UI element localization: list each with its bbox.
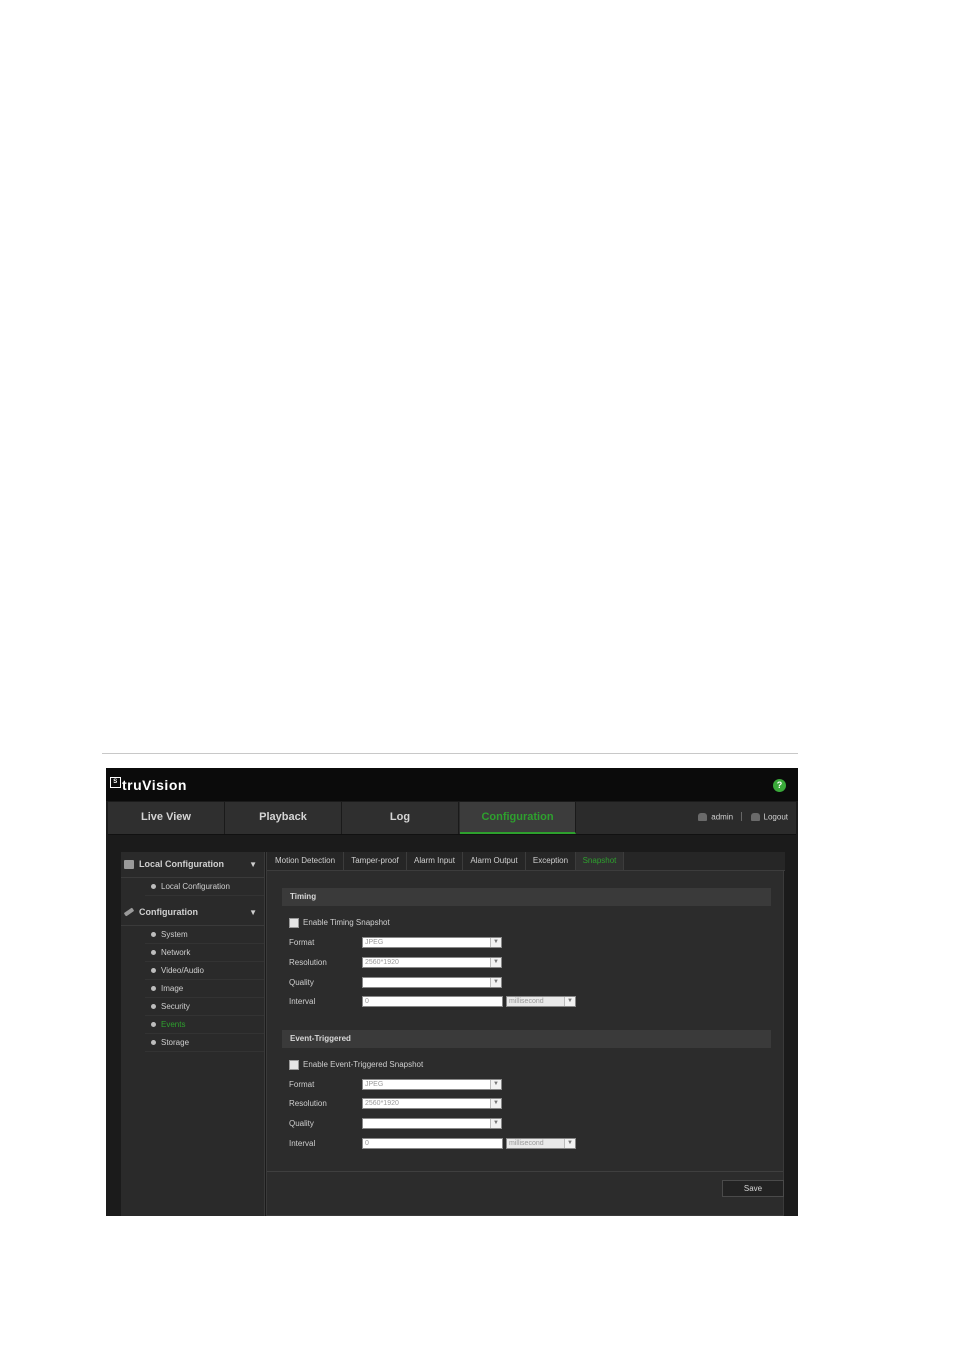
chevron-down-icon: ▼ bbox=[249, 908, 257, 917]
sidebar-item-local-configuration[interactable]: Local Configuration bbox=[145, 878, 264, 896]
tab-snapshot[interactable]: Snapshot bbox=[576, 852, 624, 870]
enable-event-snapshot-checkbox[interactable] bbox=[289, 1060, 299, 1070]
chevron-down-icon: ▼ bbox=[490, 1099, 501, 1108]
top-bar: StruVision ? bbox=[106, 768, 798, 801]
timing-interval-label: Interval bbox=[289, 997, 316, 1006]
sidebar-item-events[interactable]: Events bbox=[145, 1016, 264, 1034]
tab-motion-detection[interactable]: Motion Detection bbox=[267, 852, 344, 870]
section-timing: Timing bbox=[282, 888, 771, 906]
chevron-down-icon: ▼ bbox=[490, 1119, 501, 1128]
enable-timing-snapshot-label: Enable Timing Snapshot bbox=[303, 918, 390, 927]
help-icon[interactable]: ? bbox=[773, 779, 786, 792]
timing-quality-select[interactable]: ▼ bbox=[362, 977, 502, 988]
sidebar-item-storage[interactable]: Storage bbox=[145, 1034, 264, 1052]
chevron-down-icon: ▼ bbox=[490, 938, 501, 947]
chevron-down-icon: ▼ bbox=[564, 997, 575, 1006]
timing-resolution-select[interactable]: 2560*1920 ▼ bbox=[362, 957, 502, 968]
sidebar-header-label: Local Configuration bbox=[139, 859, 224, 869]
chevron-down-icon: ▼ bbox=[490, 1080, 501, 1089]
chevron-down-icon: ▼ bbox=[490, 958, 501, 967]
sidebar-header-local-configuration[interactable]: Local Configuration ▼ bbox=[121, 852, 264, 878]
tab-playback[interactable]: Playback bbox=[225, 802, 342, 834]
timing-resolution-label: Resolution bbox=[289, 958, 327, 967]
sidebar-header-configuration[interactable]: Configuration ▼ bbox=[121, 900, 264, 926]
tab-live-view[interactable]: Live View bbox=[108, 802, 225, 834]
tab-alarm-output[interactable]: Alarm Output bbox=[463, 852, 526, 870]
sidebar-item-security[interactable]: Security bbox=[145, 998, 264, 1016]
timing-interval-input[interactable]: 0 bbox=[362, 996, 503, 1007]
logo-mark-icon: S bbox=[110, 777, 121, 788]
event-interval-unit: millisecond bbox=[509, 1140, 544, 1147]
separator bbox=[741, 812, 743, 822]
sub-tabs: Motion Detection Tamper-proof Alarm Inpu… bbox=[267, 852, 785, 871]
tab-exception[interactable]: Exception bbox=[526, 852, 576, 870]
sidebar: Local Configuration ▼ Local Configuratio… bbox=[121, 852, 265, 1216]
event-quality-select[interactable]: ▼ bbox=[362, 1118, 502, 1129]
timing-format-label: Format bbox=[289, 938, 315, 947]
monitor-gear-icon bbox=[124, 860, 134, 869]
event-interval-unit-select[interactable]: millisecond ▼ bbox=[506, 1138, 576, 1149]
tab-tamper-proof[interactable]: Tamper-proof bbox=[344, 852, 407, 870]
sidebar-item-network[interactable]: Network bbox=[145, 944, 264, 962]
logout-link[interactable]: Logout bbox=[764, 812, 788, 821]
user-icon bbox=[698, 812, 708, 821]
event-resolution-select[interactable]: 2560*1920 ▼ bbox=[362, 1098, 502, 1109]
sidebar-item-system[interactable]: System bbox=[145, 926, 264, 944]
logo: StruVision bbox=[110, 777, 187, 793]
footer-divider bbox=[267, 1171, 783, 1172]
app-window: StruVision ? Live View Playback Log Conf… bbox=[106, 768, 798, 1216]
tab-alarm-input[interactable]: Alarm Input bbox=[407, 852, 463, 870]
section-event-triggered: Event-Triggered bbox=[282, 1030, 771, 1048]
main-nav: Live View Playback Log Configuration adm… bbox=[108, 802, 796, 835]
event-quality-label: Quality bbox=[289, 1119, 314, 1128]
event-resolution-value: 2560*1920 bbox=[365, 1100, 399, 1107]
timing-interval-unit: millisecond bbox=[509, 998, 544, 1005]
timing-interval-unit-select[interactable]: millisecond ▼ bbox=[506, 996, 576, 1007]
event-format-select[interactable]: JPEG ▼ bbox=[362, 1079, 502, 1090]
event-format-label: Format bbox=[289, 1080, 315, 1089]
sidebar-item-image[interactable]: Image bbox=[145, 980, 264, 998]
event-resolution-label: Resolution bbox=[289, 1099, 327, 1108]
wrench-icon bbox=[123, 907, 135, 917]
enable-event-snapshot-label: Enable Event-Triggered Snapshot bbox=[303, 1060, 424, 1069]
sidebar-header-label: Configuration bbox=[139, 907, 198, 917]
username: admin bbox=[711, 812, 734, 822]
event-interval-input[interactable]: 0 bbox=[362, 1138, 503, 1149]
save-button[interactable]: Save bbox=[722, 1180, 784, 1197]
tab-configuration[interactable]: Configuration bbox=[460, 802, 576, 834]
page-divider bbox=[102, 753, 798, 754]
user-area: admin Logout bbox=[698, 812, 788, 822]
enable-timing-snapshot-checkbox[interactable] bbox=[289, 918, 299, 928]
chevron-down-icon: ▼ bbox=[490, 978, 501, 987]
timing-resolution-value: 2560*1920 bbox=[365, 959, 399, 966]
timing-quality-label: Quality bbox=[289, 978, 314, 987]
timing-format-select[interactable]: JPEG ▼ bbox=[362, 937, 502, 948]
timing-format-value: JPEG bbox=[365, 939, 384, 946]
sidebar-item-video-audio[interactable]: Video/Audio bbox=[145, 962, 264, 980]
tab-log[interactable]: Log bbox=[342, 802, 459, 834]
content-panel: Motion Detection Tamper-proof Alarm Inpu… bbox=[266, 852, 785, 1216]
event-interval-label: Interval bbox=[289, 1139, 316, 1148]
event-format-value: JPEG bbox=[365, 1081, 384, 1088]
chevron-down-icon: ▼ bbox=[564, 1139, 575, 1148]
logout-icon bbox=[750, 812, 760, 821]
chevron-down-icon: ▼ bbox=[249, 860, 257, 869]
logo-text: truVision bbox=[122, 777, 187, 793]
